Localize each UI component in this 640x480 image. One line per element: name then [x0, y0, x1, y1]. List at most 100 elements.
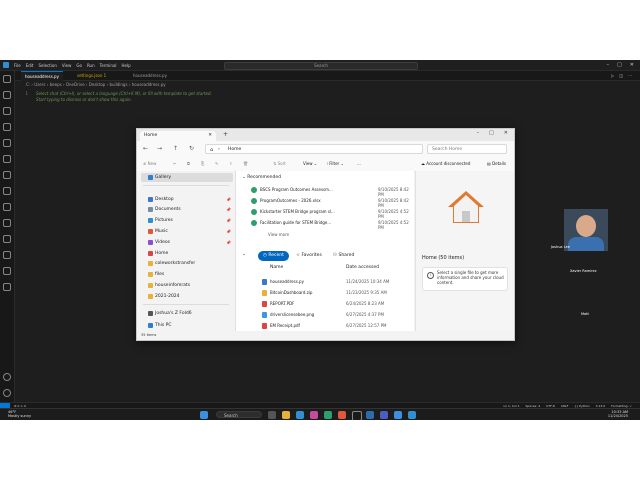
outlook-icon[interactable]	[394, 411, 402, 419]
view-more-link[interactable]: View more	[268, 232, 289, 237]
details-button[interactable]: ▤ Details	[487, 161, 506, 166]
more-options-button[interactable]: ...	[357, 161, 361, 166]
sidebar-item-videos[interactable]: Videos 📌	[141, 238, 233, 247]
forward-arrow-icon[interactable]: →	[157, 145, 162, 152]
account-status[interactable]: ☁ Account disconnected	[421, 161, 470, 166]
remote-explorer-icon[interactable]	[3, 155, 11, 163]
sidebar-item-home[interactable]: Home	[141, 249, 233, 258]
menu-run[interactable]: Run	[87, 63, 95, 68]
back-arrow-icon[interactable]: ←	[143, 145, 148, 152]
vscode-taskbar-icon[interactable]	[408, 411, 416, 419]
menu-go[interactable]: Go	[76, 63, 82, 68]
run-debug-icon[interactable]	[3, 123, 11, 131]
column-header-name[interactable]: Name	[270, 265, 283, 270]
pivot-shared[interactable]: ⚇ Shared	[328, 251, 359, 261]
sidebar-item-this-pc[interactable]: This PC	[141, 321, 233, 330]
account-icon[interactable]	[3, 373, 11, 381]
system-clock[interactable]: 10:33 AM 11/24/2025	[608, 410, 628, 418]
pivot-favorites[interactable]: ☆ Favorites	[291, 251, 327, 261]
refresh-icon[interactable]: ↻	[189, 145, 194, 152]
search-icon[interactable]	[3, 91, 11, 99]
file-row[interactable]: driverslicensebee.png	[262, 312, 314, 318]
timeline-icon[interactable]	[3, 267, 11, 275]
menu-edit[interactable]: Edit	[26, 63, 34, 68]
recommended-item[interactable]: Kickstarter STEM Bridge program sl...	[251, 209, 335, 215]
new-tab-icon[interactable]: +	[223, 131, 228, 138]
sort-button[interactable]: ⇅ Sort	[273, 161, 286, 166]
new-button[interactable]: ⊕ New	[143, 161, 156, 166]
github-icon[interactable]	[3, 219, 11, 227]
edge-icon[interactable]	[296, 411, 304, 419]
tab-settings-json[interactable]: settings.json 1	[73, 71, 110, 80]
zoom-icon[interactable]	[380, 411, 388, 419]
file-row[interactable]: EM Receipt.pdf	[262, 323, 300, 329]
view-button[interactable]: View ⌄	[303, 161, 317, 166]
copilot-icon[interactable]	[3, 187, 11, 195]
close-tab-icon[interactable]: ✕	[208, 131, 212, 141]
collapse-chevron-icon[interactable]: ⌄	[242, 252, 246, 257]
file-explorer-icon[interactable]	[282, 411, 290, 419]
code-line-2[interactable]: Start typing to dismiss or don't show th…	[18, 97, 132, 102]
source-control-icon[interactable]	[3, 107, 11, 115]
live-share-icon[interactable]	[3, 251, 11, 259]
store-icon[interactable]	[310, 411, 318, 419]
menu-help[interactable]: Help	[122, 63, 131, 68]
start-windows-icon[interactable]	[200, 411, 208, 419]
sidebar-item-gallery[interactable]: Gallery	[141, 173, 233, 182]
office-icon[interactable]	[338, 411, 346, 419]
sidebar-item-files[interactable]: files	[141, 270, 233, 279]
close-icon[interactable]: ✕	[630, 62, 634, 68]
chrome-icon[interactable]	[324, 411, 332, 419]
settings-gear-icon[interactable]	[3, 389, 11, 397]
task-view-icon[interactable]	[268, 411, 276, 419]
pivot-recent[interactable]: ◷ Recent	[258, 251, 289, 261]
menu-terminal[interactable]: Terminal	[100, 63, 117, 68]
testing-icon[interactable]	[3, 171, 11, 179]
sidebar-item-music[interactable]: Music 📌	[141, 227, 233, 236]
explorer-search-input[interactable]: Search Home	[427, 144, 507, 154]
docker-icon[interactable]	[3, 235, 11, 243]
recommended-item[interactable]: Facilitation guide for STEM Bridge...	[251, 220, 331, 226]
extensions-icon[interactable]	[3, 139, 11, 147]
menu-view[interactable]: View	[62, 63, 72, 68]
bookmark-icon[interactable]	[3, 283, 11, 291]
menu-file[interactable]: File	[14, 63, 21, 68]
sidebar-item-2021-2024[interactable]: 2021-2024	[141, 292, 233, 301]
address-bar[interactable]: ⌂ › Home	[205, 144, 423, 154]
run-file-icon[interactable]: ▷	[611, 73, 614, 78]
delete-icon[interactable]: 🗑	[243, 161, 248, 166]
split-editor-icon[interactable]: ◫	[619, 73, 623, 78]
tab-houseaddress-2[interactable]: houseaddress.py	[129, 71, 171, 80]
sidebar-item-desktop[interactable]: Desktop 📌	[141, 195, 233, 204]
code-line-1[interactable]: 1 Select chat (Ctrl+I), or select a langu…	[18, 91, 211, 96]
copy-icon[interactable]: ⧉	[187, 161, 190, 166]
cut-icon[interactable]: ✂	[173, 161, 176, 166]
app-icon[interactable]	[352, 411, 362, 420]
filter-button[interactable]: ⫶ Filter ⌄	[327, 161, 344, 166]
recommended-item[interactable]: BSCS Program Outcomes Assessm...	[251, 187, 333, 193]
sidebar-item-houseinfomrats[interactable]: houseinfomrats	[141, 281, 233, 290]
more-actions-icon[interactable]: ⋯	[628, 73, 632, 78]
paste-icon[interactable]: ⎘	[201, 161, 204, 166]
sidebar-item-documents[interactable]: Documents 📌	[141, 205, 233, 214]
taskbar-search-input[interactable]: Search	[216, 411, 262, 418]
breadcrumb[interactable]: C: › Users › beeps › OneDrive › Desktop …	[26, 82, 166, 87]
weather-widget[interactable]: 46°F Mostly sunny	[8, 410, 31, 418]
python-icon[interactable]	[3, 203, 11, 211]
sidebar-item-pictures[interactable]: Pictures 📌	[141, 216, 233, 225]
file-row[interactable]: houseaddress.py	[262, 279, 304, 285]
recommended-header[interactable]: ⌄ Recommended	[242, 175, 281, 180]
maximize-icon[interactable]: □	[489, 130, 494, 136]
explorer-tab-home[interactable]: Home ✕	[140, 131, 216, 141]
column-header-date[interactable]: Date accessed	[346, 265, 379, 270]
share-icon[interactable]: ⇪	[229, 161, 232, 166]
close-icon[interactable]: ✕	[504, 130, 508, 136]
minimize-icon[interactable]: –	[477, 130, 480, 136]
minimize-icon[interactable]: –	[607, 62, 610, 68]
explorer-icon[interactable]	[3, 75, 11, 83]
file-row[interactable]: BitcoinDashboard.zip	[262, 290, 312, 296]
recommended-item[interactable]: ProgramOutcomes - 2026.xlsx	[251, 198, 321, 204]
file-row[interactable]: REPORT.PDF	[262, 301, 294, 307]
sidebar-item-coleworkstransfer[interactable]: coleworkstransfer	[141, 259, 233, 268]
up-arrow-icon[interactable]: ↑	[173, 145, 178, 152]
